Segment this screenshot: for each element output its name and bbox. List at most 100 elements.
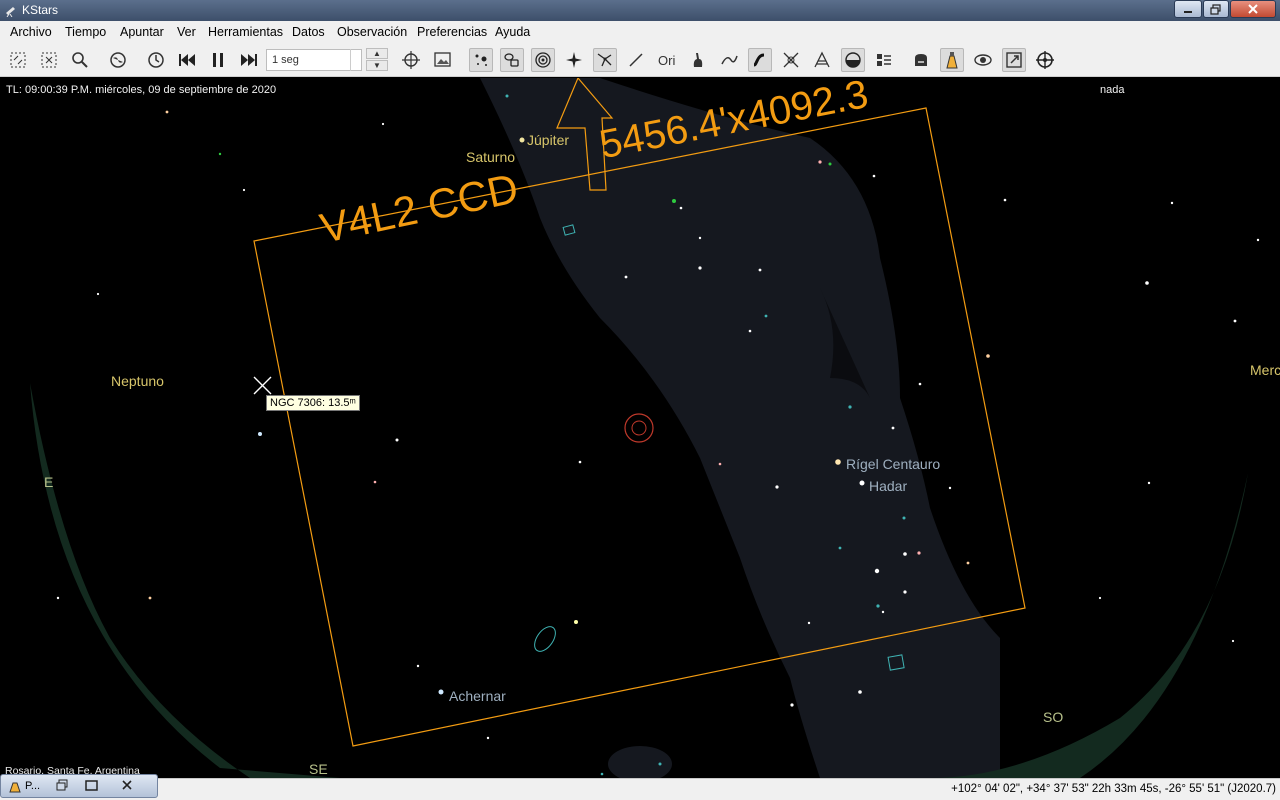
toggle-satellites-button[interactable] [872, 48, 896, 72]
telescope-fov-icon [946, 52, 958, 69]
close-icon [1248, 4, 1258, 14]
toggle-hips-button[interactable] [841, 48, 865, 72]
menu-observacion[interactable]: Observación [337, 25, 407, 39]
restore-button[interactable] [1203, 0, 1229, 18]
target-marker [624, 413, 654, 443]
close-icon [122, 780, 132, 790]
time-forward-button[interactable] [237, 48, 261, 72]
supernovae-icon [915, 54, 927, 66]
menu-datos[interactable]: Datos [292, 25, 325, 39]
toggle-supernovae-button[interactable] [909, 48, 933, 72]
set-time-button[interactable] [144, 48, 168, 72]
window-titlebar: KStars [0, 0, 1280, 21]
compass-southeast-label: SE [309, 761, 328, 777]
svg-text:Ori: Ori [658, 53, 675, 68]
constellation-names-icon: Ori [658, 53, 675, 68]
toggle-constellation-lines-button[interactable] [593, 48, 617, 72]
cursor-crosshair-icon [253, 376, 272, 395]
mercury-label[interactable]: Merc [1250, 362, 1280, 378]
hips-icon [845, 52, 861, 68]
compass-southwest-label: SO [1043, 709, 1064, 725]
stars-icon [475, 54, 487, 66]
toggle-milky-way-button[interactable] [686, 48, 710, 72]
object-tooltip: NGC 7306: 13.5ᵐ [266, 395, 360, 411]
jupiter-label[interactable]: Júpiter [527, 132, 569, 148]
coordinates-readout: +102° 04' 02", +34° 37' 53" 22h 33m 45s,… [951, 783, 1276, 795]
equator-icon [753, 53, 765, 67]
restore-mini-button[interactable] [53, 778, 75, 799]
zoom-fit-button[interactable] [37, 48, 61, 72]
menu-preferencias[interactable]: Preferencias [417, 25, 487, 39]
telescope-icon [9, 782, 21, 793]
zoom-fit-icon [41, 52, 57, 68]
maximize-mini-button[interactable] [81, 778, 103, 799]
kstars-telescope-icon [6, 7, 15, 17]
menu-archivo[interactable]: Archivo [10, 25, 52, 39]
toggle-deep-sky-button[interactable] [500, 48, 524, 72]
menu-tiempo[interactable]: Tiempo [65, 25, 106, 39]
saturn-label[interactable]: Saturno [466, 149, 515, 165]
toggle-stars-button[interactable] [469, 48, 493, 72]
constellation-lines-icon [597, 53, 612, 67]
time-step-down-button[interactable]: ▼ [366, 60, 388, 71]
toggle-constellation-names-button[interactable]: Ori [655, 48, 679, 72]
center-crosshair-button[interactable] [1033, 48, 1057, 72]
milky-way-curve-icon [721, 55, 738, 65]
menu-apuntar[interactable]: Apuntar [120, 25, 164, 39]
menu-ver[interactable]: Ver [177, 25, 196, 39]
focus-label: nada [1100, 84, 1125, 96]
toggle-equator-button[interactable] [748, 48, 772, 72]
time-step-field[interactable]: 1 seg [266, 49, 362, 71]
search-icon [72, 52, 88, 68]
toggle-eyepiece-button[interactable] [971, 48, 995, 72]
menu-bar: Archivo Tiempo Apuntar Ver Herramientas … [0, 21, 1280, 43]
hadar-label[interactable]: Hadar [869, 478, 907, 494]
minimized-window[interactable]: P... [0, 774, 158, 798]
achernar-label[interactable]: Achernar [449, 688, 506, 704]
close-mini-button[interactable] [117, 778, 139, 799]
sky-canvas[interactable] [0, 78, 1280, 778]
toggle-ground-button[interactable] [810, 48, 834, 72]
constellation-art-icon [629, 53, 643, 67]
toggle-milky-way-curve-button[interactable] [717, 48, 741, 72]
time-step-spinner [350, 49, 362, 71]
neptune-label[interactable]: Neptuno [111, 373, 164, 389]
image-button[interactable] [431, 48, 455, 72]
menu-ayuda[interactable]: Ayuda [495, 25, 530, 39]
window-title: KStars [22, 3, 59, 17]
pause-button[interactable] [206, 48, 230, 72]
close-button[interactable] [1230, 0, 1276, 18]
milky-way-band [480, 78, 1000, 778]
globe-icon [110, 52, 126, 68]
toggle-comets-button[interactable] [562, 48, 586, 72]
minimize-button[interactable] [1174, 0, 1202, 18]
time-step-up-button[interactable]: ▲ [366, 48, 388, 59]
equatorial-grid-button[interactable] [399, 48, 423, 72]
rigel-centauro-label[interactable]: Rígel Centauro [846, 456, 940, 472]
zoom-box-icon [10, 52, 26, 68]
find-object-button[interactable] [68, 48, 92, 72]
export-button[interactable] [1002, 48, 1026, 72]
toggle-planets-button[interactable] [531, 48, 555, 72]
eyepiece-icon [974, 54, 992, 66]
planets-icon [535, 52, 551, 68]
restore-icon [56, 779, 68, 791]
menu-herramientas[interactable]: Herramientas [208, 25, 283, 39]
pause-icon [213, 53, 223, 67]
toggle-constellation-art-button[interactable] [624, 48, 648, 72]
horizon-icon [783, 52, 799, 68]
toggle-telescope-fov-button[interactable] [940, 48, 964, 72]
zoom-box-button[interactable] [6, 48, 30, 72]
status-bar: +102° 04' 02", +34° 37' 53" 22h 33m 45s,… [0, 778, 1280, 800]
time-backward-button[interactable] [175, 48, 199, 72]
compass-east-label: E [44, 474, 54, 490]
restore-icon [1210, 4, 1221, 15]
ground-icon [814, 51, 830, 68]
arrow-up-icon: ▲ [373, 49, 381, 58]
sky-map[interactable]: TL: 09:00:39 P.M. miércoles, 09 de septi… [0, 78, 1280, 778]
crosshair-icon [1036, 51, 1054, 69]
set-location-button[interactable] [106, 48, 130, 72]
clock-icon [148, 52, 164, 68]
toggle-horizon-button[interactable] [779, 48, 803, 72]
main-toolbar: Ori [0, 43, 1280, 77]
